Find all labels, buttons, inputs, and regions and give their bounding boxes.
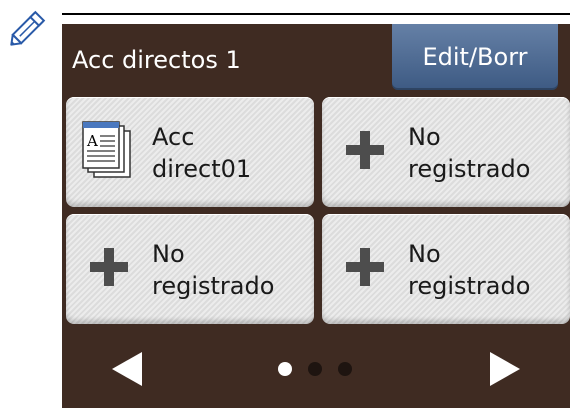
- plus-icon: [346, 248, 384, 286]
- shortcut-tile-2-label: No registrado: [408, 123, 531, 183]
- shortcuts-screen: Acc directos 1 Edit/Borr A Acc direct01: [62, 24, 570, 408]
- edit-delete-button[interactable]: Edit/Borr: [392, 24, 558, 90]
- shortcut-tile-4-label: No registrado: [408, 240, 531, 300]
- arrow-left-icon[interactable]: [110, 350, 144, 388]
- page-title: Acc directos 1: [72, 46, 241, 74]
- arrow-right-icon[interactable]: [488, 350, 522, 388]
- plus-icon: [90, 248, 128, 286]
- page-indicator: [278, 362, 352, 376]
- document-icon: A: [82, 121, 131, 178]
- shortcut-tile-3[interactable]: No registrado: [66, 214, 314, 324]
- shortcut-tile-1-label: Acc direct01: [152, 123, 252, 183]
- svg-text:A: A: [86, 132, 98, 150]
- shortcut-tile-4[interactable]: No registrado: [322, 214, 570, 324]
- page-dot-2: [308, 362, 322, 376]
- header-divider: [62, 13, 570, 15]
- shortcut-tile-2[interactable]: No registrado: [322, 97, 570, 207]
- page-dot-1: [278, 362, 292, 376]
- page-dot-3: [338, 362, 352, 376]
- plus-icon: [346, 131, 384, 169]
- shortcut-tile-3-label: No registrado: [152, 240, 275, 300]
- shortcut-tile-1[interactable]: A Acc direct01: [66, 97, 314, 207]
- pencil-icon: [10, 10, 46, 46]
- edit-delete-label: Edit/Borr: [422, 43, 528, 71]
